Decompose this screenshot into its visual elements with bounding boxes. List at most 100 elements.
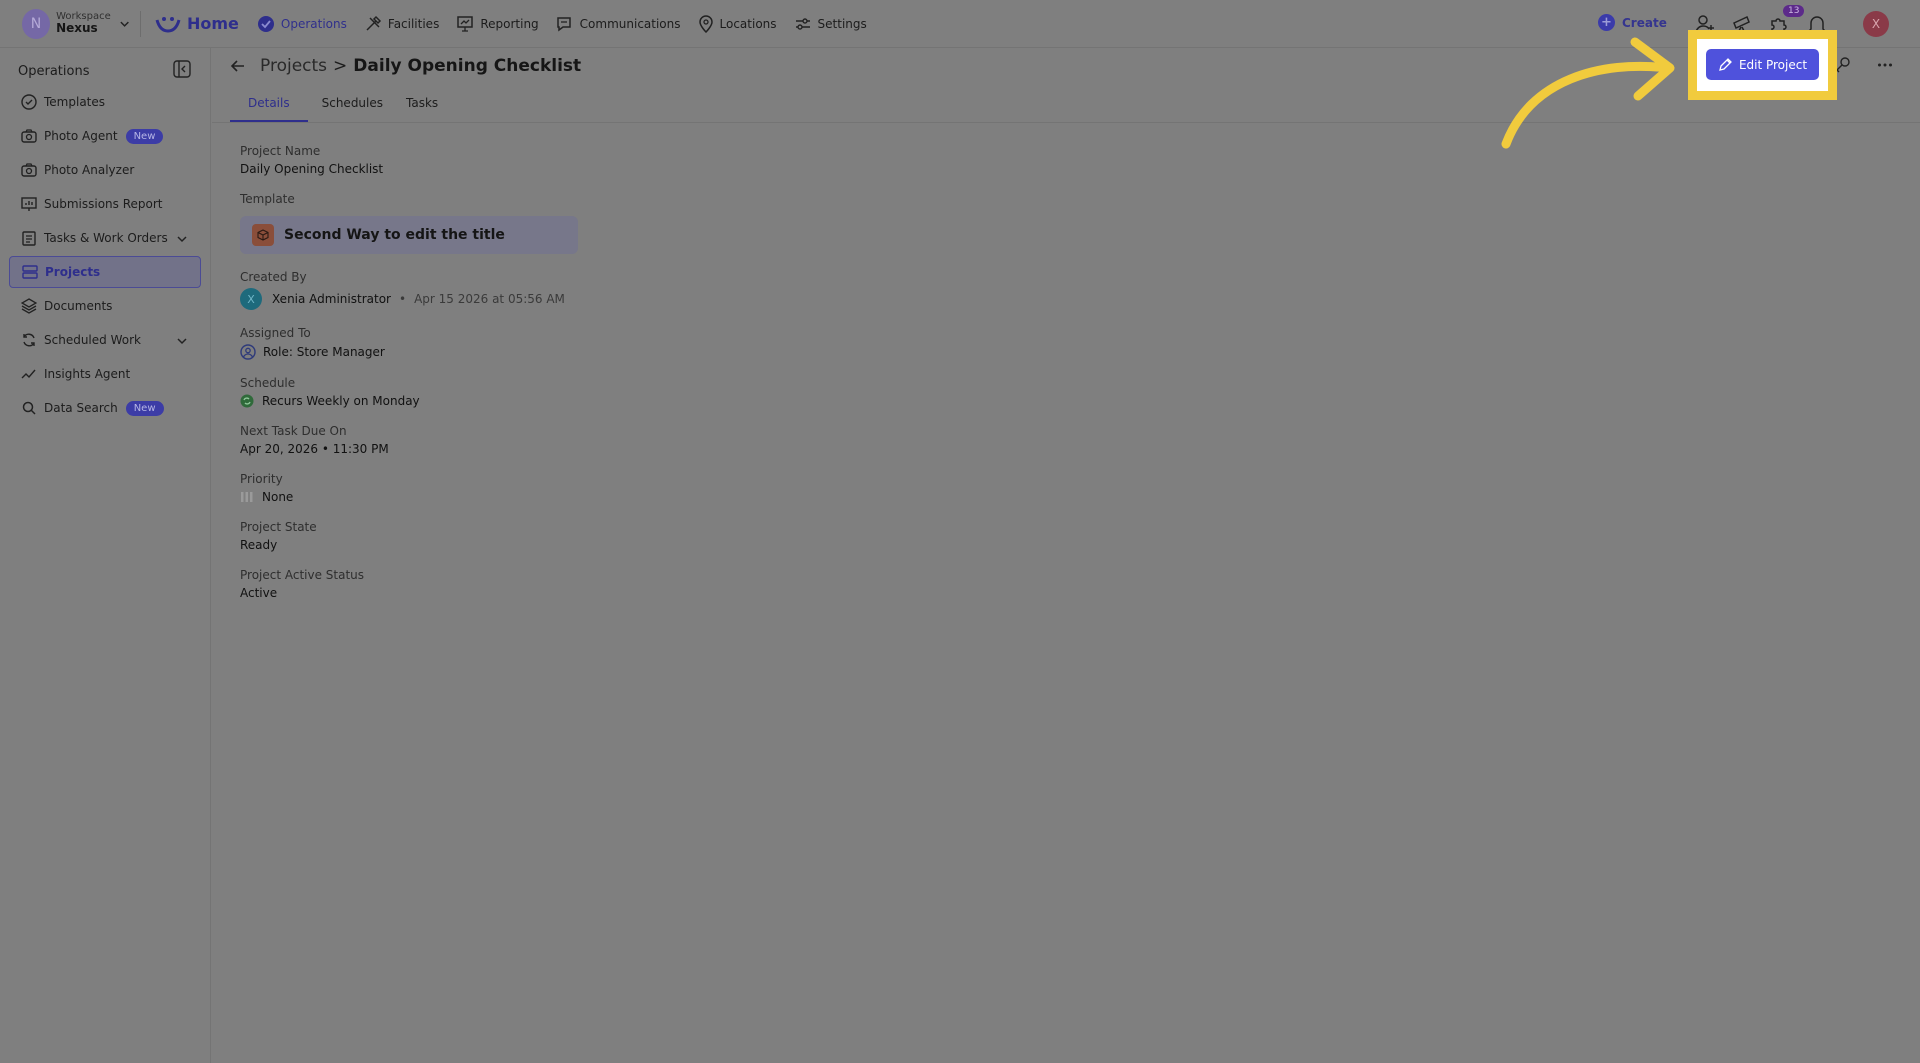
nav-settings-label: Settings (817, 16, 867, 31)
main-content: Projects > Daily Opening Checklist Detai… (212, 48, 1920, 1063)
schedule-value: Recurs Weekly on Monday (240, 394, 420, 408)
nav-reporting[interactable]: Reporting (456, 15, 539, 33)
created-by-name: Xenia Administrator (272, 292, 391, 306)
sidebar-item-photo-analyzer[interactable]: Photo Analyzer (9, 154, 201, 186)
template-label: Template (240, 192, 295, 206)
sidebar-item-data-search[interactable]: Data Search New (9, 392, 201, 424)
chevron-down-icon[interactable] (176, 233, 188, 245)
annotation-arrow (1501, 37, 1675, 149)
collapse-sidebar-icon[interactable] (173, 60, 191, 78)
sidebar-item-label: Projects (45, 265, 101, 279)
schedule-text: Recurs Weekly on Monday (262, 394, 420, 408)
search-icon (22, 401, 36, 415)
nav-facilities-label: Facilities (387, 16, 440, 31)
new-badge: New (125, 400, 164, 416)
project-name-value: Daily Opening Checklist (240, 162, 384, 176)
sidebar-item-documents[interactable]: Documents (9, 290, 201, 322)
tab-details[interactable]: Details (230, 88, 308, 122)
user-avatar[interactable]: X (1863, 11, 1889, 37)
sidebar-title: Operations (18, 64, 90, 79)
assigned-to-label: Assigned To (240, 326, 311, 340)
sidebar-item-submissions-report[interactable]: Submissions Report (9, 188, 201, 220)
active-status-value: Active (240, 586, 278, 600)
sidebar-item-label: Templates (44, 95, 106, 109)
chart-icon (21, 197, 37, 211)
sidebar-item-label: Insights Agent (44, 367, 131, 381)
priority-text: None (262, 490, 294, 504)
chevron-down-icon[interactable] (176, 335, 188, 347)
template-name: Second Way to edit the title (284, 227, 505, 243)
camera-icon (21, 129, 37, 143)
sidebar-item-label: Data Search (44, 401, 118, 415)
nav-settings[interactable]: Settings (794, 15, 867, 33)
project-name-field: Project Name Daily Opening Checklist (240, 144, 383, 176)
home-logo-icon (155, 16, 181, 33)
priority-bars-icon (241, 492, 253, 502)
active-status-label: Project Active Status (240, 568, 365, 582)
sidebar-item-scheduled-work[interactable]: Scheduled Work (9, 324, 201, 356)
bullet-separator: • (398, 292, 407, 306)
nav-home[interactable]: Home (155, 14, 239, 33)
layers-icon (21, 298, 37, 314)
priority-label: Priority (240, 472, 283, 486)
edit-project-label: Edit Project (1738, 57, 1808, 72)
sidebar-item-photo-agent[interactable]: Photo Agent New (9, 120, 201, 152)
more-options-icon[interactable] (1877, 58, 1893, 72)
sidebar-item-label: Photo Analyzer (44, 163, 135, 177)
priority-field: Priority None (240, 472, 293, 504)
avatar: X (240, 288, 262, 310)
check-circle-icon (257, 15, 274, 32)
template-card[interactable]: Second Way to edit the title (240, 216, 578, 254)
next-due-value: Apr 20, 2026 • 11:30 PM (240, 442, 389, 456)
nav-home-label: Home (187, 14, 239, 33)
workspace-name: Nexus (56, 21, 98, 36)
page-title: Daily Opening Checklist (353, 56, 582, 76)
active-status-field: Project Active Status Active (240, 568, 364, 600)
workspace-avatar: N (22, 8, 51, 39)
project-state-field: Project State Ready (240, 520, 317, 552)
presentation-icon (457, 15, 474, 32)
tools-icon (366, 15, 381, 31)
nav-facilities[interactable]: Facilities (364, 15, 439, 33)
chat-icon (556, 16, 571, 31)
created-by-value: X Xenia Administrator • Apr 15 2026 at 0… (240, 288, 565, 310)
next-due-label: Next Task Due On (240, 424, 347, 438)
tab-bar: Details Schedules Tasks (230, 88, 452, 122)
nav-locations[interactable]: Locations (698, 14, 777, 33)
sidebar-item-insights-agent[interactable]: Insights Agent (9, 358, 201, 390)
nav-divider (140, 10, 141, 37)
next-due-field: Next Task Due On Apr 20, 2026 • 11:30 PM (240, 424, 389, 456)
sidebar-item-label: Submissions Report (44, 197, 163, 211)
main-nav: Home Operations Facilities Reporting Com… (155, 14, 884, 33)
back-arrow-icon[interactable] (230, 58, 246, 74)
assigned-to-value: Role: Store Manager (240, 344, 385, 360)
breadcrumb-parent[interactable]: Projects (260, 56, 327, 76)
edit-project-button[interactable]: Edit Project (1706, 49, 1819, 80)
nav-communications-label: Communications (579, 16, 681, 31)
assigned-to-field: Assigned To Role: Store Manager (240, 326, 385, 360)
box-icon (252, 224, 274, 246)
tab-schedules[interactable]: Schedules (313, 88, 392, 122)
workspace-switcher[interactable]: N Workspace Nexus (22, 8, 130, 39)
check-circle-icon (21, 94, 37, 110)
sidebar-item-tasks-work-orders[interactable]: Tasks & Work Orders (9, 222, 201, 254)
nav-locations-label: Locations (719, 16, 777, 31)
tab-tasks[interactable]: Tasks (397, 88, 447, 122)
notification-count-badge: 13 (1783, 5, 1805, 17)
project-name-label: Project Name (240, 144, 321, 158)
sidebar: Operations Templates Photo Agent New Pho… (0, 48, 211, 1063)
sidebar-item-templates[interactable]: Templates (9, 86, 201, 118)
nav-communications[interactable]: Communications (556, 15, 681, 33)
created-by-label: Created By (240, 270, 307, 284)
project-state-value: Ready (240, 538, 278, 552)
nav-operations[interactable]: Operations (257, 15, 347, 33)
project-state-label: Project State (240, 520, 317, 534)
sidebar-item-label: Documents (44, 299, 113, 313)
pin-icon (698, 14, 713, 33)
camera-icon (21, 163, 37, 177)
sidebar-item-projects[interactable]: Projects (9, 256, 201, 288)
refresh-icon (23, 333, 35, 347)
clipboard-icon (22, 231, 36, 246)
created-at: Apr 15 2026 at 05:56 AM (414, 292, 565, 306)
template-field: Template (240, 192, 295, 206)
